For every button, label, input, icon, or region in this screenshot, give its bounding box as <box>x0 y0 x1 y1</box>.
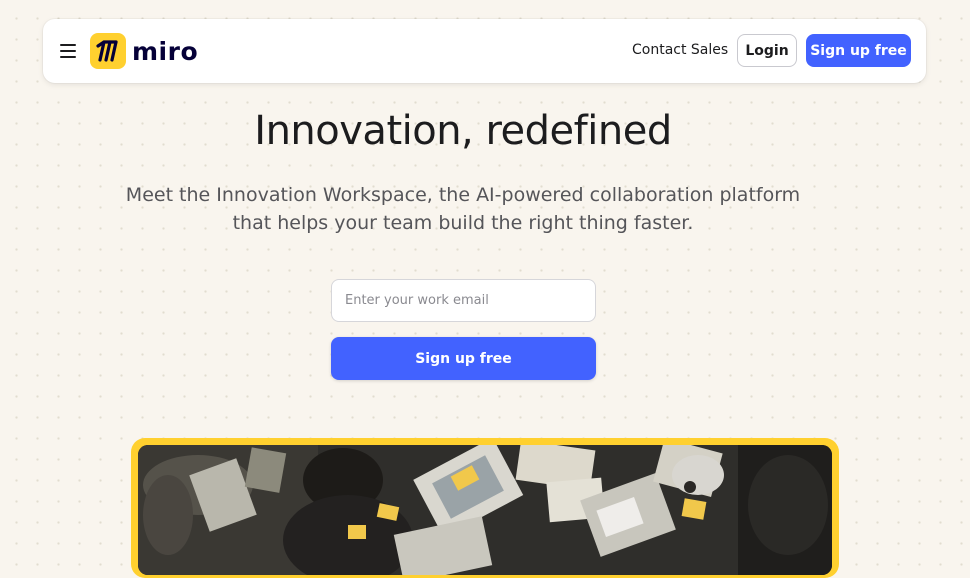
top-navbar: miro Contact Sales Login Sign up free <box>43 19 926 83</box>
miro-logo[interactable]: miro <box>90 33 198 69</box>
login-button[interactable]: Login <box>737 34 797 67</box>
hero-image <box>138 445 832 575</box>
hero-image-frame <box>131 438 839 578</box>
work-email-input[interactable] <box>331 279 596 322</box>
hero-title: Innovation, redefined <box>254 108 672 154</box>
hamburger-menu-icon[interactable] <box>57 41 79 61</box>
team-collaboration-photo <box>138 445 832 575</box>
contact-sales-link[interactable]: Contact Sales <box>632 42 728 58</box>
nav-signup-button[interactable]: Sign up free <box>806 34 911 67</box>
logo-wordmark: miro <box>132 36 199 66</box>
hero-signup-button[interactable]: Sign up free <box>331 337 596 380</box>
miro-logo-icon <box>90 33 126 69</box>
hero-subtitle: Meet the Innovation Workspace, the AI-po… <box>100 181 826 237</box>
hero-subtitle-line-1: Meet the Innovation Workspace, the AI-po… <box>125 184 801 206</box>
hero-subtitle-line-2: that helps your team build the right thi… <box>232 212 694 234</box>
